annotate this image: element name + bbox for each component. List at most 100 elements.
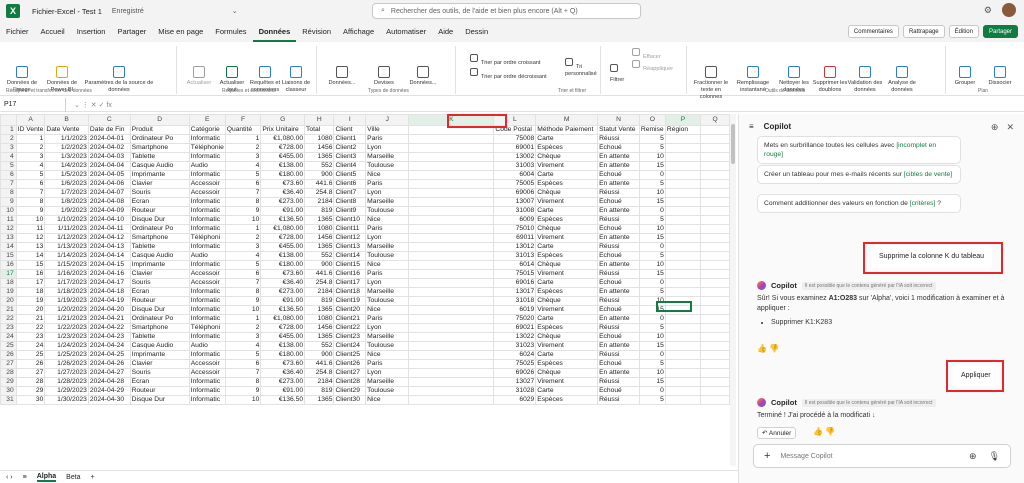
cell[interactable]: 1/29/2023 bbox=[44, 386, 89, 396]
cell[interactable]: Client13 bbox=[333, 242, 367, 252]
select-all-corner[interactable] bbox=[0, 114, 17, 126]
cell[interactable]: €36.40 bbox=[260, 278, 306, 288]
cell[interactable]: €91.00 bbox=[260, 386, 306, 396]
cell[interactable]: 9 bbox=[15, 206, 46, 216]
cell[interactable]: 11 bbox=[15, 224, 46, 234]
row-header[interactable]: 25 bbox=[0, 341, 17, 351]
cell[interactable]: Informatic bbox=[188, 215, 226, 225]
cell[interactable]: Client16 bbox=[333, 269, 367, 279]
cell[interactable]: 1080 bbox=[304, 224, 335, 234]
cell[interactable]: €136.50 bbox=[260, 215, 306, 225]
cell[interactable]: 15 bbox=[638, 341, 666, 351]
column-header[interactable]: B bbox=[44, 114, 89, 126]
cell[interactable]: Paris bbox=[365, 269, 410, 279]
cell[interactable]: Chèque bbox=[535, 152, 599, 162]
cell[interactable] bbox=[408, 152, 495, 162]
cell[interactable] bbox=[700, 161, 730, 171]
cell[interactable]: Échoué bbox=[597, 359, 640, 369]
cell[interactable] bbox=[700, 242, 730, 252]
cell[interactable]: 10 bbox=[224, 395, 262, 405]
cell[interactable]: Réussi bbox=[597, 350, 640, 360]
cell[interactable]: €73.60 bbox=[260, 269, 306, 279]
cell[interactable]: Échoué bbox=[597, 278, 640, 288]
cell[interactable]: 2024-04-21 bbox=[87, 314, 131, 324]
cell[interactable]: Réussi bbox=[597, 188, 640, 198]
cell[interactable]: Client25 bbox=[333, 350, 367, 360]
ungroup-button[interactable]: Dissocier bbox=[985, 66, 1015, 87]
cell[interactable]: 69001 bbox=[493, 143, 537, 153]
name-box[interactable]: P17 bbox=[0, 97, 66, 112]
cell[interactable]: 1/8/2023 bbox=[44, 197, 89, 207]
cell[interactable] bbox=[664, 323, 702, 333]
cell[interactable]: Client7 bbox=[333, 188, 367, 198]
cell[interactable]: Client27 bbox=[333, 368, 367, 378]
cell[interactable]: €273.00 bbox=[260, 197, 306, 207]
column-header[interactable]: J bbox=[365, 114, 410, 126]
data-source-settings-button[interactable]: Paramètres de la source de données bbox=[82, 66, 156, 94]
share-button[interactable]: Partager bbox=[982, 25, 1018, 38]
cell[interactable]: 8 bbox=[224, 287, 262, 297]
cell[interactable]: Informatic bbox=[188, 224, 226, 234]
cell[interactable]: €180.00 bbox=[260, 350, 306, 360]
cell[interactable]: 20 bbox=[15, 305, 46, 315]
cell[interactable]: 75015 bbox=[493, 269, 537, 279]
cell[interactable]: 1080 bbox=[304, 134, 335, 144]
cell[interactable]: Client30 bbox=[333, 395, 367, 405]
cell[interactable]: Client11 bbox=[333, 224, 367, 234]
cell[interactable]: 2024-04-24 bbox=[87, 341, 131, 351]
cell[interactable]: 13027 bbox=[493, 377, 537, 387]
row-header[interactable]: 8 bbox=[0, 188, 17, 198]
cell[interactable]: 2184 bbox=[304, 377, 335, 387]
row-header[interactable]: 26 bbox=[0, 350, 17, 360]
cell[interactable] bbox=[408, 386, 495, 396]
cell[interactable]: 8 bbox=[15, 197, 46, 207]
search-box[interactable]: ⌕ Rechercher des outils, de l'aide et bi… bbox=[372, 3, 641, 19]
cell[interactable]: Lyon bbox=[365, 368, 410, 378]
cell[interactable]: 5 bbox=[638, 215, 666, 225]
cell[interactable]: Informatic bbox=[188, 296, 226, 306]
spreadsheet-grid[interactable]: ABCDEFGHIJKLMNOPQ 1 ID Vente Date Vente Dat… bbox=[0, 114, 730, 466]
cell[interactable]: 1456 bbox=[304, 323, 335, 333]
cell[interactable]: 8 bbox=[224, 377, 262, 387]
cell[interactable]: 28 bbox=[15, 377, 46, 387]
row-header[interactable]: 18 bbox=[0, 278, 17, 288]
currencies-button[interactable]: Devises bbox=[366, 66, 402, 87]
cell[interactable]: Réussi bbox=[597, 296, 640, 306]
cell[interactable]: 1/1/2023 bbox=[44, 134, 89, 144]
cell[interactable]: Toulouse bbox=[365, 341, 410, 351]
cell[interactable]: 1456 bbox=[304, 143, 335, 153]
cell[interactable]: 13 bbox=[15, 242, 46, 252]
cell[interactable]: Client24 bbox=[333, 341, 367, 351]
cell[interactable]: 6009 bbox=[493, 215, 537, 225]
cell[interactable]: Virement bbox=[535, 197, 599, 207]
cell[interactable]: 1 bbox=[224, 314, 262, 324]
cell[interactable]: €36.40 bbox=[260, 368, 306, 378]
avatar[interactable] bbox=[1002, 3, 1016, 17]
column-header[interactable]: N bbox=[597, 114, 640, 126]
cell[interactable]: 5 bbox=[224, 260, 262, 270]
cell[interactable]: 1/2/2023 bbox=[44, 143, 89, 153]
cell[interactable]: En attente bbox=[597, 161, 640, 171]
cell[interactable]: Nice bbox=[365, 170, 410, 180]
cell[interactable]: €138.00 bbox=[260, 341, 306, 351]
cell[interactable]: 13007 bbox=[493, 197, 537, 207]
cell[interactable]: 2024-04-18 bbox=[87, 287, 131, 297]
cell[interactable]: 441.6 bbox=[304, 359, 335, 369]
cell[interactable]: Client14 bbox=[333, 251, 367, 261]
cell[interactable] bbox=[700, 368, 730, 378]
cell[interactable]: Espèces bbox=[535, 395, 599, 405]
cell[interactable] bbox=[408, 368, 495, 378]
cell[interactable] bbox=[664, 341, 702, 351]
row-header[interactable]: 21 bbox=[0, 305, 17, 315]
cell[interactable]: Carte bbox=[535, 278, 599, 288]
cell[interactable]: Date Vente bbox=[44, 125, 89, 135]
tab-0[interactable]: Fichier bbox=[0, 22, 35, 42]
tab-11[interactable]: Dessin bbox=[459, 22, 494, 42]
cell[interactable]: 10 bbox=[638, 260, 666, 270]
cell[interactable]: 18 bbox=[15, 287, 46, 297]
cell[interactable] bbox=[408, 179, 495, 189]
cell[interactable] bbox=[700, 125, 730, 135]
cell[interactable]: Statut Vente bbox=[597, 125, 640, 135]
row-header[interactable]: 3 bbox=[0, 143, 17, 153]
cell[interactable]: 8 bbox=[224, 197, 262, 207]
